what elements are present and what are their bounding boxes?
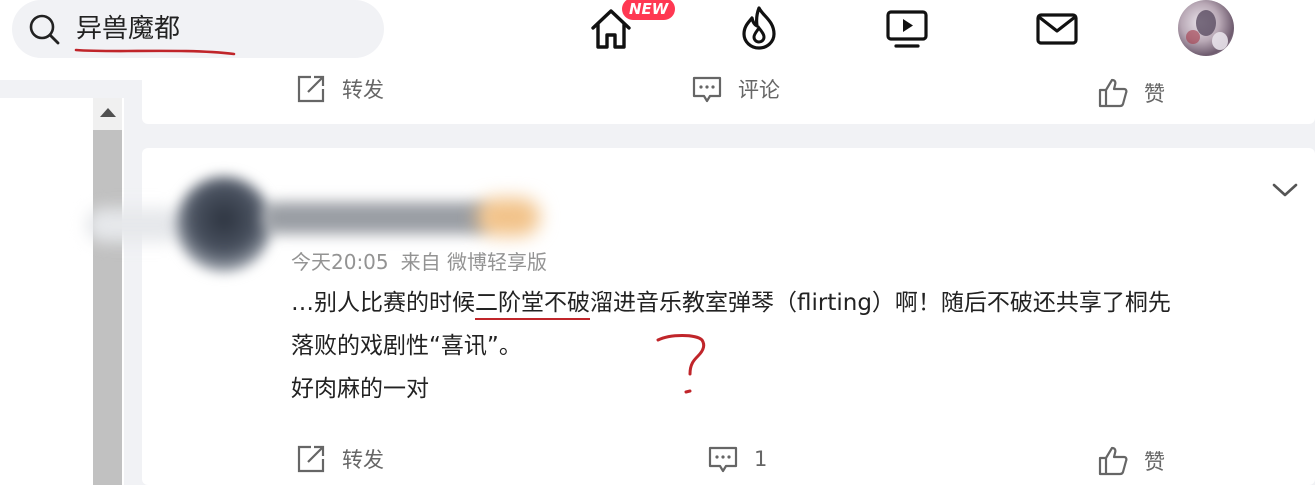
- like-label: 赞: [1144, 450, 1165, 474]
- search-query-text[interactable]: 异兽魔都: [76, 12, 180, 46]
- post-source: 来自 微博轻享版: [400, 250, 547, 274]
- scroll-up-arrow-icon[interactable]: [100, 108, 116, 117]
- post-text-line-1: …别人比赛的时候二阶堂不破溜进音乐教室弹琴（flirting）啊！随后不破还共享…: [291, 290, 1171, 316]
- search-box[interactable]: 异兽魔都: [12, 0, 384, 58]
- comment-label: 评论: [738, 78, 780, 102]
- like-button[interactable]: 赞: [1096, 76, 1165, 110]
- blurred-region: [86, 208, 186, 242]
- post-repost-button[interactable]: 转发: [294, 442, 384, 476]
- repost-icon: [294, 442, 328, 476]
- comment-count: 1: [754, 447, 768, 471]
- search-icon[interactable]: [27, 12, 61, 46]
- like-label: 赞: [1144, 82, 1165, 106]
- thumbs-up-icon: [1096, 76, 1130, 110]
- post-time[interactable]: 今天20:05: [291, 250, 389, 274]
- repost-label: 转发: [342, 448, 384, 472]
- video-icon[interactable]: [884, 6, 930, 52]
- new-badge: NEW: [622, 0, 676, 20]
- post-like-button[interactable]: 赞: [1096, 444, 1165, 478]
- left-panel: [0, 98, 124, 485]
- post-comment-button[interactable]: 1: [706, 442, 767, 476]
- red-underline-annotation: [74, 48, 236, 56]
- author-avatar-blurred[interactable]: [176, 176, 272, 272]
- underlined-name: 二阶堂不破: [475, 290, 590, 316]
- comment-icon: [690, 72, 724, 106]
- comment-button[interactable]: 评论: [690, 72, 780, 106]
- comment-icon: [706, 442, 740, 476]
- author-badge-blurred: [476, 198, 540, 236]
- scrollbar-thumb[interactable]: [93, 130, 122, 485]
- question-mark-annotation: [656, 334, 706, 394]
- post-text-line-2: 落败的戏剧性“喜讯”。: [291, 333, 522, 359]
- user-avatar[interactable]: [1178, 0, 1234, 56]
- hot-fire-icon[interactable]: [736, 4, 782, 50]
- thumbs-up-icon: [1096, 444, 1130, 478]
- repost-label: 转发: [342, 78, 384, 102]
- post-meta: 今天20:05 来自 微博轻享版: [291, 246, 547, 275]
- chevron-down-icon[interactable]: [1270, 178, 1300, 202]
- repost-button[interactable]: 转发: [294, 72, 384, 106]
- mail-icon[interactable]: [1034, 6, 1080, 52]
- post-text-line-3: 好肉麻的一对: [291, 376, 429, 402]
- repost-icon: [294, 72, 328, 106]
- author-name-blurred[interactable]: [262, 202, 492, 234]
- post-content: …别人比赛的时候二阶堂不破溜进音乐教室弹琴（flirting）啊！随后不破还共享…: [291, 282, 1291, 411]
